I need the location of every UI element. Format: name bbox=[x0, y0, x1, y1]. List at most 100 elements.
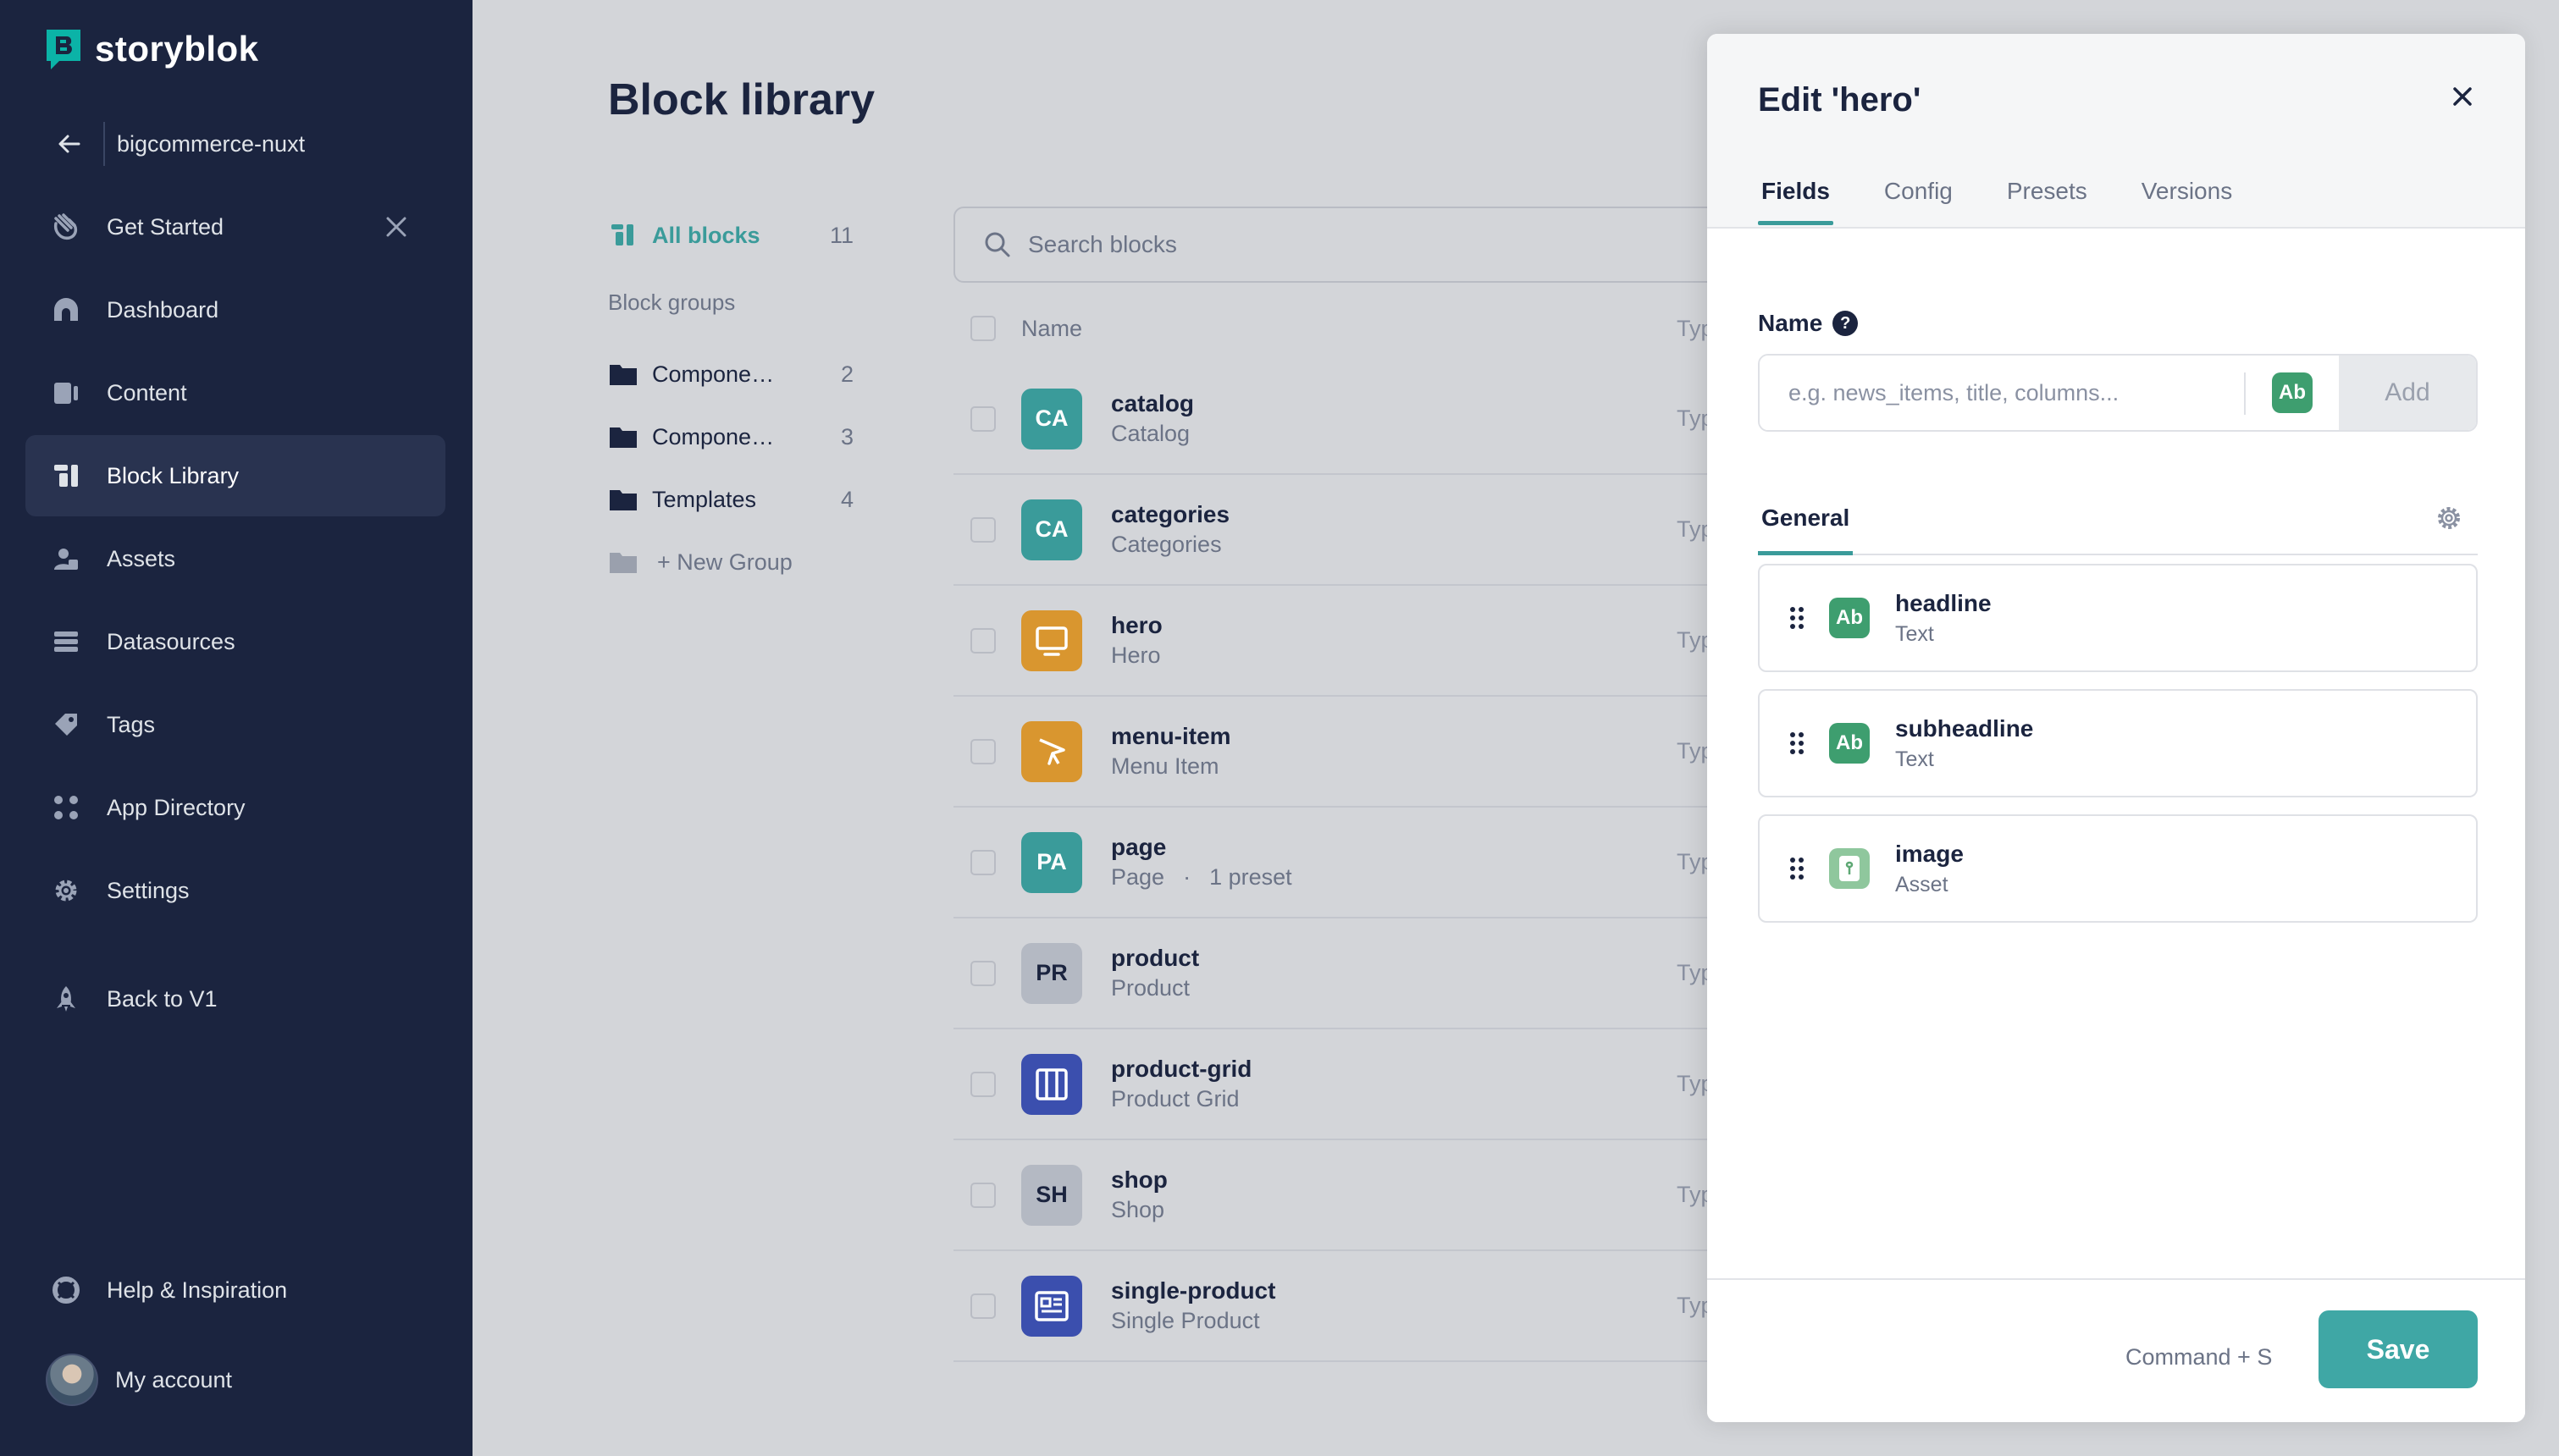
block-name: menu-item bbox=[1111, 723, 1231, 749]
sidebar-item-app-directory[interactable]: App Directory bbox=[25, 767, 445, 848]
group-count: 3 bbox=[840, 423, 854, 449]
sidebar-item-dashboard[interactable]: Dashboard bbox=[25, 269, 445, 350]
name-label: Name ? bbox=[1758, 310, 1859, 337]
article-icon bbox=[1035, 1290, 1069, 1321]
sidebar-item-label: Content bbox=[107, 379, 187, 405]
block-name: categories bbox=[1111, 501, 1230, 527]
row-checkbox[interactable] bbox=[970, 960, 996, 986]
row-checkbox[interactable] bbox=[970, 738, 996, 764]
row-checkbox[interactable] bbox=[970, 516, 996, 543]
gear-icon bbox=[51, 875, 81, 906]
search-box[interactable] bbox=[953, 207, 1800, 283]
row-checkbox[interactable] bbox=[970, 405, 996, 432]
text-type-icon: Ab bbox=[1829, 723, 1870, 764]
new-group-button[interactable]: + New Group bbox=[608, 545, 854, 579]
drag-handle-icon[interactable] bbox=[1790, 858, 1807, 880]
select-all-checkbox[interactable] bbox=[970, 316, 996, 341]
block-badge: CA bbox=[1021, 499, 1082, 560]
edit-block-panel: Edit 'hero' Fields Config Presets Versio… bbox=[1707, 34, 2525, 1422]
page-title: Block library bbox=[608, 75, 876, 124]
sidebar-item-get-started[interactable]: Get Started bbox=[25, 186, 445, 267]
storyblok-logo[interactable]: storyblok bbox=[44, 27, 259, 71]
row-checkbox[interactable] bbox=[970, 849, 996, 875]
sidebar-item-back-to-v1[interactable]: Back to V1 bbox=[25, 958, 445, 1040]
account-label: My account bbox=[115, 1366, 233, 1393]
block-display-name: Page bbox=[1111, 864, 1165, 890]
block-library-icon bbox=[51, 461, 81, 491]
field-type: Text bbox=[1895, 621, 1934, 646]
back-arrow-icon[interactable] bbox=[53, 127, 86, 161]
add-field-button[interactable]: Add bbox=[2339, 356, 2476, 430]
field-card-headline[interactable]: Ab headline Text bbox=[1758, 564, 2478, 672]
gear-icon[interactable] bbox=[2434, 503, 2464, 533]
avatar bbox=[46, 1354, 98, 1406]
table-header: Name Typ bbox=[953, 305, 1716, 352]
table-row[interactable]: CA catalog Catalog Typ bbox=[953, 364, 1733, 475]
field-card-subheadline[interactable]: Ab subheadline Text bbox=[1758, 689, 2478, 797]
block-badge: PA bbox=[1021, 831, 1082, 893]
sidebar: storyblok bigcommerce-nuxt Get Started D… bbox=[0, 0, 473, 1456]
save-button[interactable]: Save bbox=[2319, 1310, 2478, 1388]
help-icon[interactable]: ? bbox=[1832, 311, 1859, 336]
block-name: product bbox=[1111, 945, 1200, 971]
name-label-text: Name bbox=[1758, 310, 1823, 336]
sidebar-item-tags[interactable]: Tags bbox=[25, 684, 445, 765]
field-card-image[interactable]: image Asset bbox=[1758, 814, 2478, 923]
help-inspiration-link[interactable]: Help & Inspiration bbox=[25, 1249, 445, 1331]
tab-versions[interactable]: Versions bbox=[2138, 178, 2236, 223]
all-blocks-label: All blocks bbox=[652, 222, 760, 248]
sidebar-item-content[interactable]: Content bbox=[25, 352, 445, 433]
sidebar-item-label: Assets bbox=[107, 545, 176, 571]
table-row[interactable]: menu-item Menu Item Typ bbox=[953, 697, 1733, 808]
drag-handle-icon[interactable] bbox=[1790, 732, 1807, 754]
folder-icon bbox=[610, 490, 637, 510]
table-row[interactable]: SH shop Shop Typ bbox=[953, 1140, 1733, 1251]
block-group-item[interactable]: Compone… 2 bbox=[608, 357, 854, 391]
tab-presets[interactable]: Presets bbox=[2004, 178, 2091, 223]
sidebar-item-label: Tags bbox=[107, 711, 156, 737]
sidebar-item-datasources[interactable]: Datasources bbox=[25, 601, 445, 682]
close-icon[interactable] bbox=[2447, 81, 2478, 112]
space-switcher[interactable]: bigcommerce-nuxt bbox=[53, 119, 305, 169]
row-checkbox[interactable] bbox=[970, 627, 996, 654]
block-display-name: Shop bbox=[1111, 1197, 1165, 1222]
block-name: hero bbox=[1111, 612, 1163, 638]
field-type: Asset bbox=[1895, 872, 1948, 896]
drag-handle-icon[interactable] bbox=[1790, 607, 1807, 629]
tab-fields[interactable]: Fields bbox=[1758, 178, 1833, 225]
row-checkbox[interactable] bbox=[970, 1071, 996, 1097]
tab-config[interactable]: Config bbox=[1881, 178, 1956, 223]
field-group-tabs: General bbox=[1757, 493, 2478, 555]
sidebar-item-label: Settings bbox=[107, 877, 190, 903]
row-checkbox[interactable] bbox=[970, 1293, 996, 1319]
sidebar-item-label: Block Library bbox=[107, 462, 240, 488]
name-column-header[interactable]: Name bbox=[1021, 316, 1082, 342]
field-type-selector[interactable]: Ab bbox=[2246, 356, 2339, 430]
sidebar-item-settings[interactable]: Settings bbox=[25, 850, 445, 931]
close-icon[interactable] bbox=[383, 213, 410, 240]
sidebar-item-assets[interactable]: Assets bbox=[25, 518, 445, 599]
all-blocks-filter[interactable]: All blocks 11 bbox=[608, 218, 854, 252]
folder-icon bbox=[610, 365, 637, 385]
my-account-link[interactable]: My account bbox=[25, 1339, 445, 1420]
table-row[interactable]: single-product Single Product Typ bbox=[953, 1251, 1733, 1362]
block-group-item[interactable]: Templates 4 bbox=[608, 483, 854, 516]
table-row[interactable]: PA page Page · 1 preset Typ bbox=[953, 808, 1733, 918]
table-row[interactable]: product-grid Product Grid Typ bbox=[953, 1029, 1733, 1140]
block-groups-heading: Block groups bbox=[608, 290, 736, 315]
table-row[interactable]: CA categories Categories Typ bbox=[953, 475, 1733, 586]
sidebar-item-block-library[interactable]: Block Library bbox=[25, 435, 445, 516]
group-label: Compone… bbox=[652, 423, 775, 449]
text-type-icon: Ab bbox=[1829, 598, 1870, 638]
table-row[interactable]: hero Hero Typ bbox=[953, 586, 1733, 697]
row-checkbox[interactable] bbox=[970, 1182, 996, 1208]
folder-icon bbox=[610, 553, 637, 573]
assets-icon bbox=[51, 543, 81, 574]
table-row[interactable]: PR product Product Typ bbox=[953, 918, 1733, 1029]
tab-general[interactable]: General bbox=[1757, 505, 1854, 555]
block-group-item[interactable]: Compone… 3 bbox=[608, 420, 854, 454]
group-label: Compone… bbox=[652, 361, 775, 387]
field-type: Text bbox=[1895, 747, 1934, 771]
field-name-input[interactable] bbox=[1760, 356, 2244, 430]
search-input[interactable] bbox=[1026, 230, 1534, 259]
